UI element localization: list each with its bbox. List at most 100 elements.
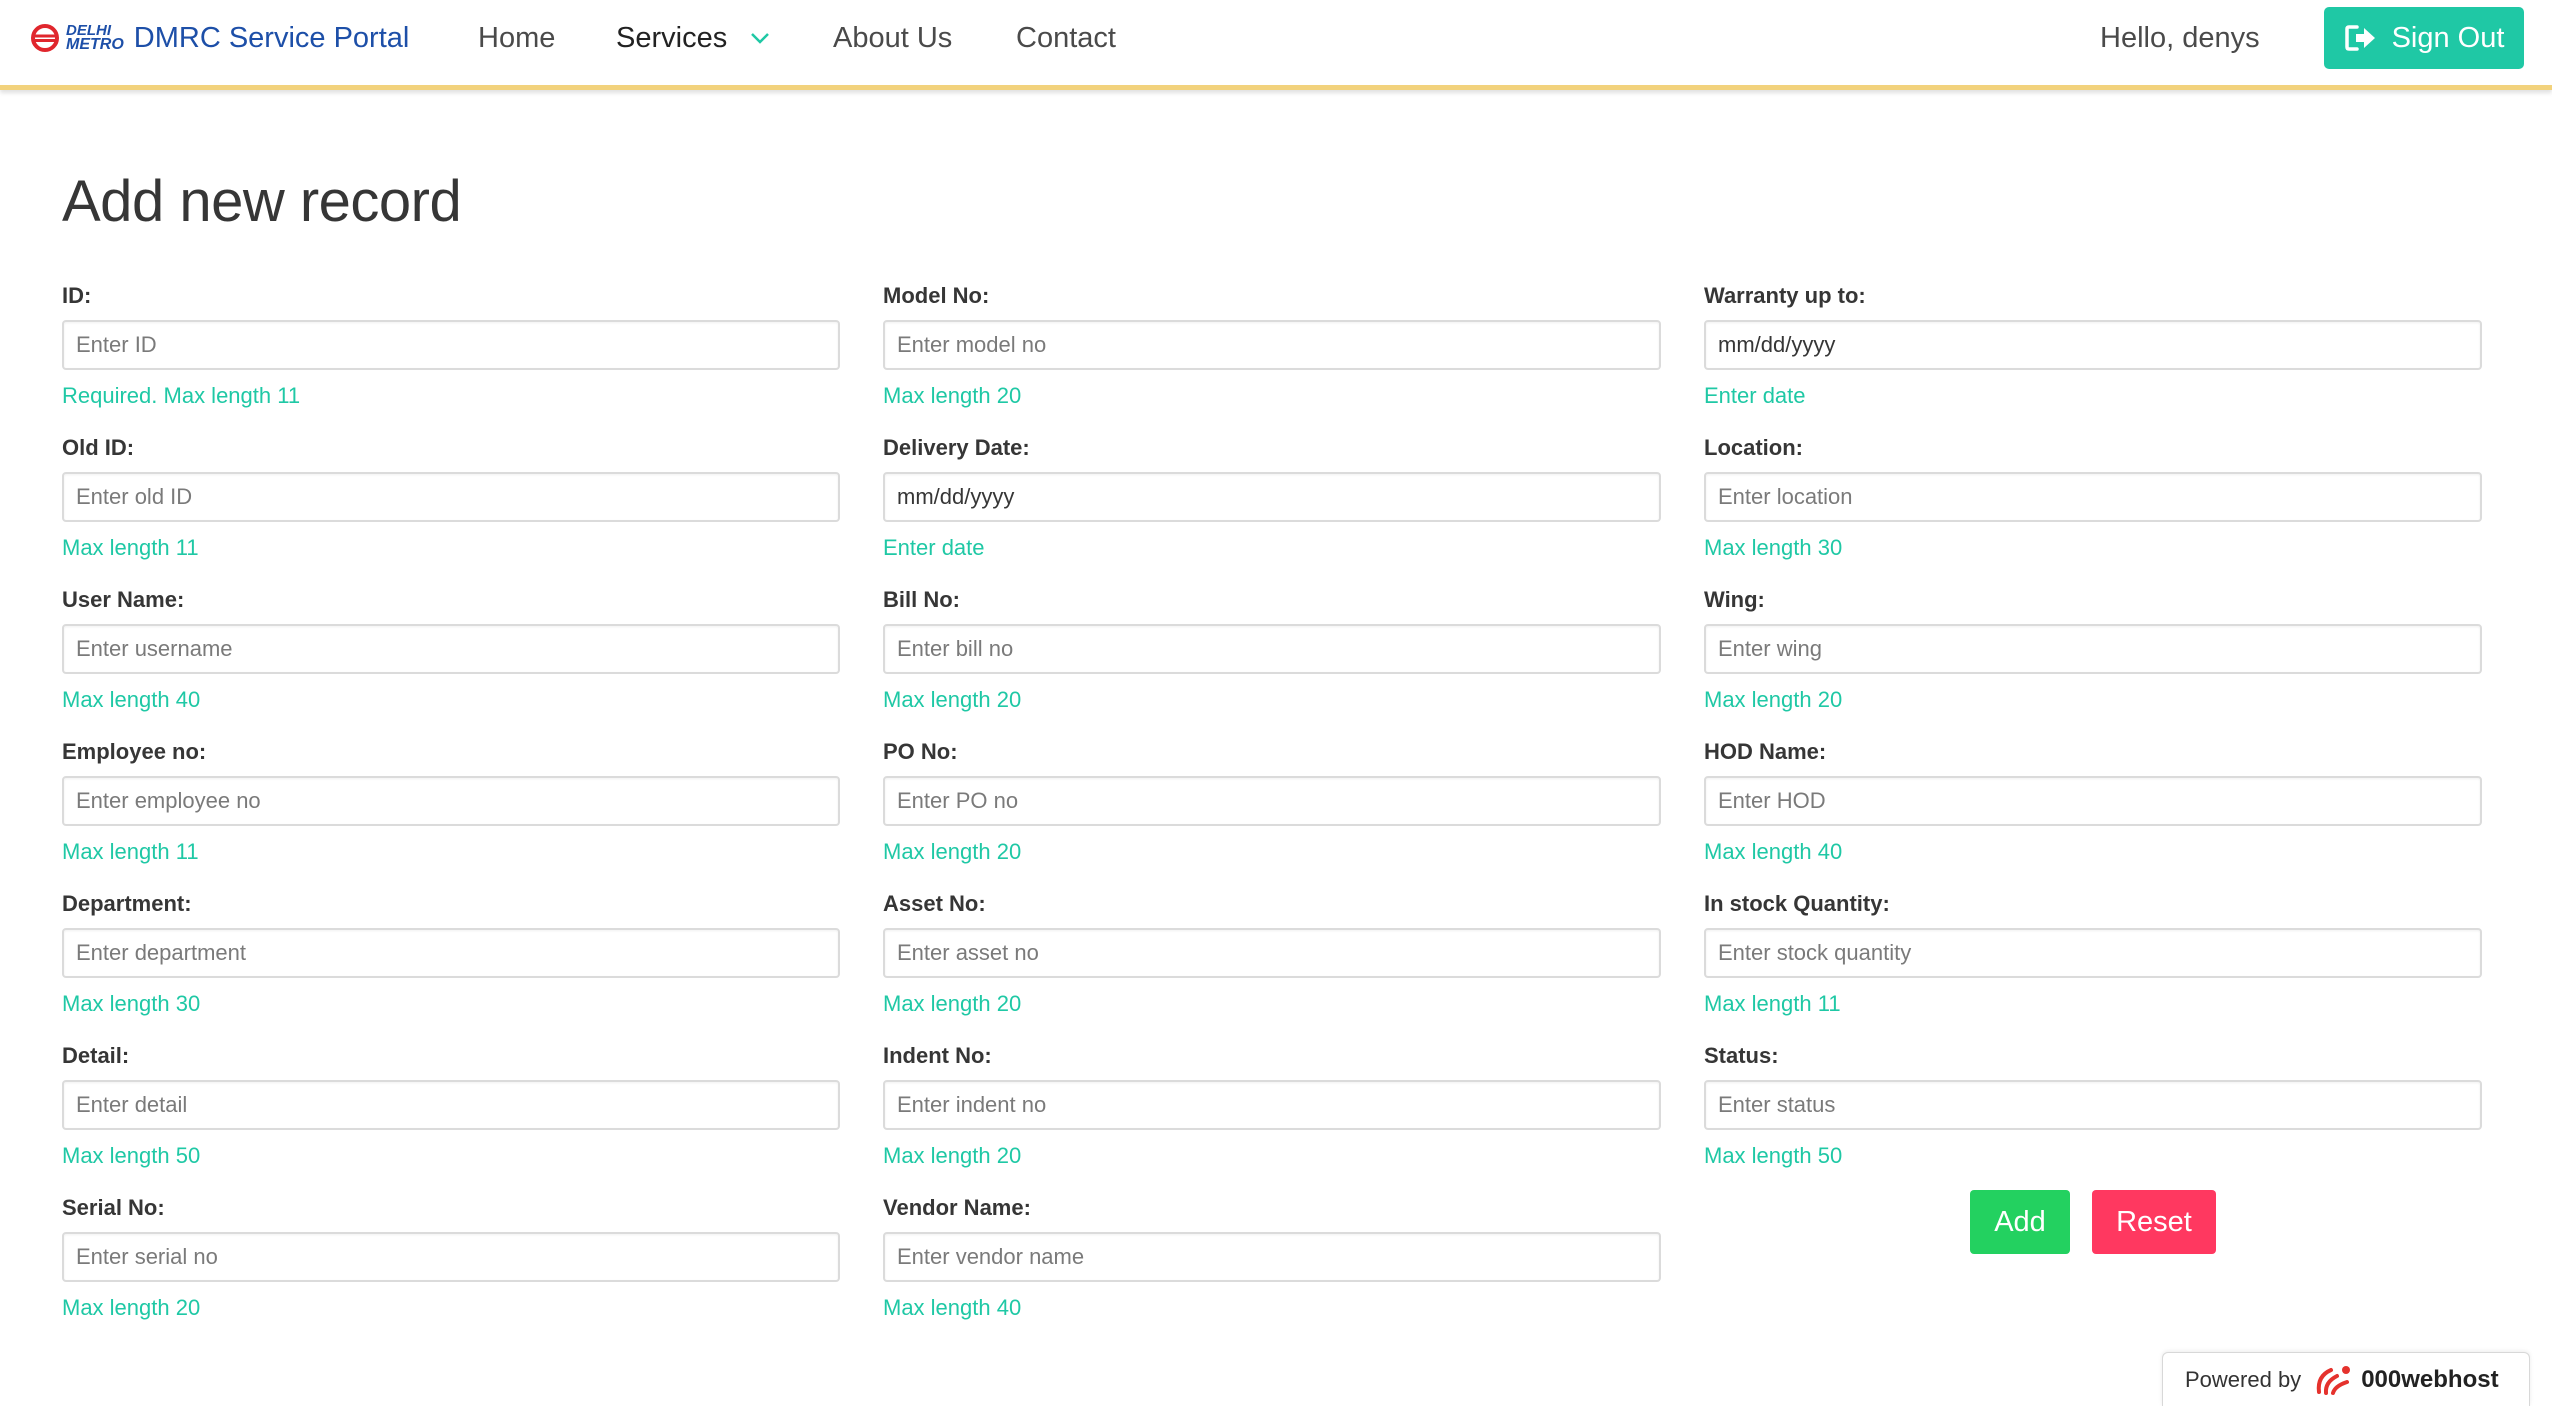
wing-label: Wing: [1704,587,1765,612]
logo-line-2: METRO [66,36,124,53]
old-id-input[interactable] [62,472,840,522]
delivery-date-label: Delivery Date: [883,435,1030,460]
sign-out-label[interactable]: Sign Out [2392,22,2505,55]
nav-services-label[interactable]: Services [616,22,727,55]
delivery-date-help: Enter date [883,535,985,560]
po-no-help: Max length 20 [883,839,1022,864]
field-serial-no: Serial No: Max length 20 [62,1194,840,1334]
000webhost-logo-icon [2316,1365,2351,1395]
hod-name-help: Max length 40 [1704,839,1843,864]
field-hod-name: HOD Name: Max length 40 [1704,738,2482,878]
reset-button[interactable]: Reset [2092,1190,2216,1254]
location-label: Location: [1704,435,1803,460]
department-input[interactable] [62,928,840,978]
department-label: Department: [62,891,192,916]
id-label: ID: [62,283,92,308]
brand-link[interactable]: DELHI METRO DMRC Service Portal [30,20,409,56]
nav-contact[interactable]: Contact [1016,18,1116,58]
bill-no-label: Bill No: [883,587,960,612]
indent-no-help: Max length 20 [883,1143,1022,1168]
hod-name-input[interactable] [1704,776,2482,826]
asset-no-input[interactable] [883,928,1661,978]
field-status: Status: Max length 50 [1704,1042,2482,1182]
field-employee-no: Employee no: Max length 11 [62,738,840,878]
detail-input[interactable] [62,1080,840,1130]
vendor-name-input[interactable] [883,1232,1661,1282]
employee-no-label: Employee no: [62,739,207,764]
brand-title[interactable]: DMRC Service Portal [134,22,410,55]
location-help: Max length 30 [1704,535,1843,560]
warranty-label: Warranty up to: [1704,283,1866,308]
nav-home[interactable]: Home [478,18,555,58]
powered-by-badge[interactable]: Powered by 000webhost [2162,1352,2530,1406]
field-location: Location: Max length 30 [1704,434,2482,574]
field-bill-no: Bill No: Max length 20 [883,586,1661,726]
status-input[interactable] [1704,1080,2482,1130]
wing-input[interactable] [1704,624,2482,674]
stock-quantity-help: Max length 11 [1704,991,1841,1016]
stock-quantity-input[interactable] [1704,928,2482,978]
bill-no-help: Max length 20 [883,687,1022,712]
field-stock-quantity: In stock Quantity: Max length 11 [1704,890,2482,1030]
status-help: Max length 50 [1704,1143,1843,1168]
employee-no-help: Max length 11 [62,839,199,864]
wing-help: Max length 20 [1704,687,1843,712]
po-no-input[interactable] [883,776,1661,826]
location-input[interactable] [1704,472,2482,522]
sign-out-button[interactable]: Sign Out [2324,7,2524,69]
webhost-name: 000webhost [2361,1365,2499,1393]
page-title: Add new record [62,169,462,234]
bill-no-input[interactable] [883,624,1661,674]
field-warranty: Warranty up to: mm/dd/yyyy Enter date [1704,282,2482,422]
indent-no-label: Indent No: [883,1043,992,1068]
id-input[interactable] [62,320,840,370]
field-delivery-date: Delivery Date: mm/dd/yyyy Enter date [883,434,1661,574]
old-id-label: Old ID: [62,435,135,460]
sign-out-icon [2344,25,2375,51]
field-wing: Wing: Max length 20 [1704,586,2482,726]
vendor-name-label: Vendor Name: [883,1195,1031,1220]
model-no-label: Model No: [883,283,990,308]
vendor-name-help: Max length 40 [883,1295,1022,1320]
po-no-label: PO No: [883,739,958,764]
indent-no-input[interactable] [883,1080,1661,1130]
dmrc-logo-icon [31,24,59,52]
department-help: Max length 30 [62,991,201,1016]
delivery-date-input[interactable]: mm/dd/yyyy [883,472,1661,522]
detail-help: Max length 50 [62,1143,201,1168]
field-indent-no: Indent No: Max length 20 [883,1042,1661,1182]
nav-about[interactable]: About Us [833,18,952,58]
model-no-help: Max length 20 [883,383,1022,408]
field-asset-no: Asset No: Max length 20 [883,890,1661,1030]
chevron-down-icon[interactable] [749,31,771,45]
logo-wordmark: DELHI METRO [66,23,124,53]
asset-no-label: Asset No: [883,891,986,916]
serial-no-help: Max length 20 [62,1295,201,1320]
status-label: Status: [1704,1043,1779,1068]
add-button[interactable]: Add [1970,1190,2070,1254]
warranty-help: Enter date [1704,383,1806,408]
field-po-no: PO No: Max length 20 [883,738,1661,878]
field-user-name: User Name: Max length 40 [62,586,840,726]
field-id: ID: Required. Max length 11 [62,282,840,422]
employee-no-input[interactable] [62,776,840,826]
serial-no-label: Serial No: [62,1195,165,1220]
top-navbar: DELHI METRO DMRC Service Portal Home Ser… [0,0,2552,90]
field-vendor-name: Vendor Name: Max length 40 [883,1194,1661,1334]
asset-no-help: Max length 20 [883,991,1022,1016]
nav-services[interactable]: Services [616,18,771,58]
field-detail: Detail: Max length 50 [62,1042,840,1182]
model-no-input[interactable] [883,320,1661,370]
field-department: Department: Max length 30 [62,890,840,1030]
warranty-input[interactable]: mm/dd/yyyy [1704,320,2482,370]
serial-no-input[interactable] [62,1232,840,1282]
user-name-input[interactable] [62,624,840,674]
user-name-label: User Name: [62,587,185,612]
field-old-id: Old ID: Max length 11 [62,434,840,574]
powered-by-text: Powered by [2185,1366,2302,1392]
id-help: Required. Max length 11 [62,383,301,408]
user-greeting: Hello, denys [2100,21,2260,54]
hod-name-label: HOD Name: [1704,739,1827,764]
user-name-help: Max length 40 [62,687,201,712]
detail-label: Detail: [62,1043,130,1068]
